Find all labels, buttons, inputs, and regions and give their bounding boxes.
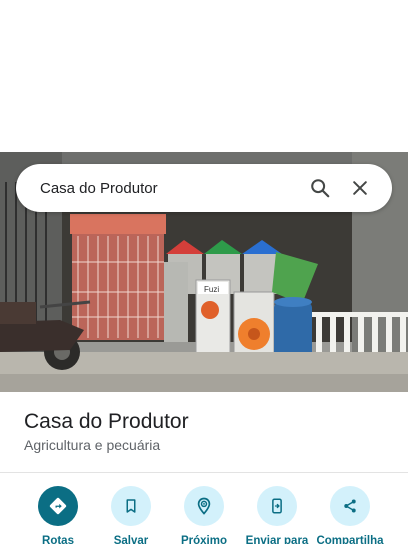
place-sheet: Fuzi Casa do Produtor Casa do Produtor A… xyxy=(0,0,408,544)
bookmark-icon xyxy=(111,486,151,526)
action-bar: Rotas Salvar Próximo Enviar para Compart… xyxy=(0,486,408,544)
search-input[interactable]: Casa do Produtor xyxy=(40,180,300,197)
directions-label: Rotas xyxy=(42,535,74,544)
close-icon[interactable] xyxy=(340,168,380,208)
save-label: Salvar xyxy=(113,535,149,544)
search-icon[interactable] xyxy=(300,168,340,208)
send-to-phone-icon xyxy=(257,486,297,526)
send-to-phone-label: Enviar para xyxy=(245,535,309,544)
nearby-button[interactable]: Próximo xyxy=(164,486,244,544)
place-name: Casa do Produtor xyxy=(24,410,189,433)
photo-sign-text: Fuzi xyxy=(204,285,219,294)
directions-button[interactable]: Rotas xyxy=(18,486,98,544)
share-label: Compartilha xyxy=(316,535,384,544)
share-icon xyxy=(330,486,370,526)
save-button[interactable]: Salvar xyxy=(91,486,171,544)
place-category: Agricultura e pecuária xyxy=(24,437,161,453)
nearby-label: Próximo xyxy=(180,535,227,544)
share-button[interactable]: Compartilha xyxy=(310,486,390,544)
nearby-icon xyxy=(184,486,224,526)
send-to-phone-button[interactable]: Enviar para xyxy=(237,486,317,544)
search-bar[interactable]: Casa do Produtor xyxy=(16,164,392,212)
directions-icon xyxy=(38,486,78,526)
divider xyxy=(0,472,408,473)
